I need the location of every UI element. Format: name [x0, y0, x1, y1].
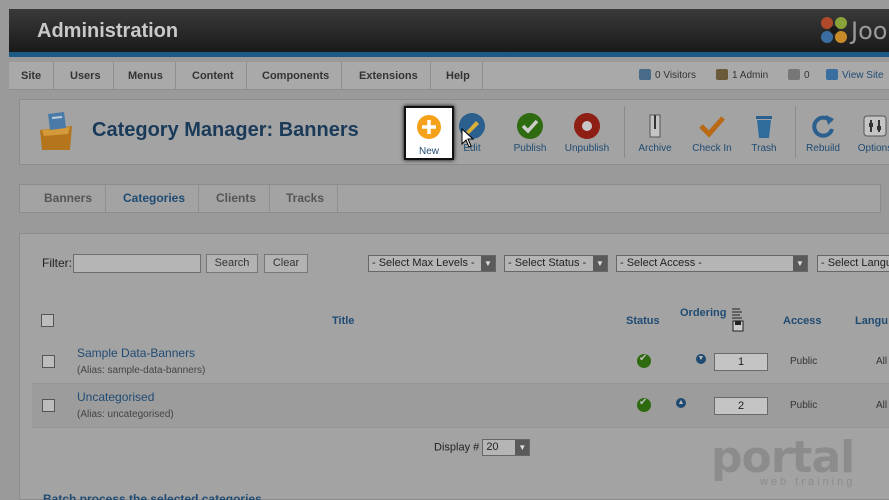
publish-button[interactable]: Publish	[503, 104, 557, 162]
language-value: All	[876, 356, 888, 367]
admin-title: Administration	[37, 20, 179, 42]
portal-watermark-subtitle: web training	[760, 476, 856, 488]
category-title-link[interactable]: Uncategorised	[77, 390, 154, 404]
check-circle-icon	[517, 113, 543, 139]
display-count-value: 20	[486, 441, 499, 453]
unpublish-label: Unpublish	[564, 143, 610, 154]
column-title[interactable]: Title	[332, 315, 354, 327]
move-up-icon[interactable]: ▲	[676, 398, 686, 408]
menu-help[interactable]: Help	[434, 62, 483, 90]
submenu-tabs: Banners Categories Clients Tracks	[19, 184, 881, 213]
display-count: Display # 20 ▼	[434, 439, 531, 456]
unpublish-icon	[574, 113, 600, 139]
table-row: Sample Data-Banners (Alias: sample-data-…	[32, 340, 889, 384]
select-all-checkbox[interactable]	[41, 314, 54, 327]
archive-button[interactable]: Archive	[628, 104, 682, 162]
messages-count: 0	[804, 70, 810, 81]
toolbar-panel: Category Manager: Banners New Edit Publi…	[19, 99, 889, 165]
view-site-link[interactable]: View Site	[826, 62, 884, 90]
menu-extensions[interactable]: Extensions	[347, 62, 431, 90]
dropdown-arrow-icon: ▼	[515, 440, 530, 455]
clear-button[interactable]: Clear	[264, 254, 308, 273]
trash-label: Trash	[751, 143, 777, 154]
tab-banners[interactable]: Banners	[31, 185, 107, 212]
column-ordering[interactable]: Ordering	[680, 307, 726, 319]
archive-icon	[649, 114, 661, 138]
access-select-value: - Select Access -	[620, 257, 702, 269]
admin-header: Administration Joo	[9, 9, 889, 57]
menu-users[interactable]: Users	[58, 62, 114, 90]
ordering-input[interactable]: 2	[714, 397, 768, 415]
options-icon	[863, 115, 887, 137]
monitor-icon	[826, 69, 838, 80]
main-menu-bar: Site Users Menus Content Components Exte…	[9, 62, 889, 90]
options-button[interactable]: Options	[848, 104, 889, 162]
column-status[interactable]: Status	[626, 315, 660, 327]
tab-clients[interactable]: Clients	[203, 185, 271, 212]
admins-count: 1 Admin	[732, 70, 769, 81]
tab-categories[interactable]: Categories	[110, 185, 200, 212]
display-label: Display #	[434, 441, 480, 454]
tab-tracks[interactable]: Tracks	[273, 185, 339, 212]
menu-content[interactable]: Content	[180, 62, 247, 90]
filter-search-input[interactable]	[73, 254, 201, 273]
messages-status: 0	[788, 62, 810, 90]
batch-process-heading: Batch process the selected categories	[43, 492, 262, 500]
language-value: All	[876, 400, 888, 411]
ordering-input[interactable]: 1	[714, 353, 768, 371]
table-row: Uncategorised (Alias: uncategorised) ▲ 2…	[32, 384, 889, 428]
category-alias: (Alias: uncategorised)	[77, 409, 174, 420]
status-select-value: - Select Status -	[508, 257, 587, 269]
menu-site[interactable]: Site	[9, 62, 55, 90]
access-select[interactable]: - Select Access - ▼	[616, 255, 808, 272]
category-manager-icon	[40, 112, 72, 150]
menu-components[interactable]: Components	[250, 62, 343, 90]
category-title-link[interactable]: Sample Data-Banners	[77, 346, 195, 360]
mouse-cursor-icon	[461, 128, 475, 148]
published-status-icon[interactable]	[637, 353, 651, 368]
view-site-label: View Site	[842, 70, 884, 81]
access-value: Public	[790, 400, 818, 411]
options-label: Options	[857, 143, 889, 154]
max-levels-select[interactable]: - Select Max Levels - ▼	[368, 255, 496, 272]
refresh-icon	[812, 115, 834, 138]
dropdown-arrow-icon: ▼	[593, 256, 607, 271]
checkmark-icon	[699, 116, 725, 138]
status-select[interactable]: - Select Status - ▼	[504, 255, 608, 272]
row-checkbox[interactable]	[42, 399, 55, 412]
search-button[interactable]: Search	[206, 254, 258, 273]
logo-wordmark: Joo	[851, 17, 888, 45]
admin-icon	[716, 69, 728, 80]
max-levels-value: - Select Max Levels -	[372, 257, 475, 269]
row-checkbox[interactable]	[42, 355, 55, 368]
plus-icon	[417, 115, 441, 139]
joomla-logo: Joo	[817, 13, 889, 47]
visitors-count: 0 Visitors	[655, 70, 696, 81]
access-value: Public	[790, 356, 818, 367]
category-alias: (Alias: sample-data-banners)	[77, 365, 206, 376]
admins-status: 1 Admin	[716, 62, 768, 90]
published-status-icon[interactable]	[637, 397, 651, 412]
language-select-value: - Select Language -	[821, 257, 889, 269]
unpublish-button[interactable]: Unpublish	[560, 104, 614, 162]
messages-icon	[788, 69, 800, 80]
page-title: Category Manager: Banners	[92, 119, 359, 141]
dropdown-arrow-icon: ▼	[481, 256, 495, 271]
language-select[interactable]: - Select Language -	[817, 255, 889, 272]
filter-label: Filter:	[42, 256, 72, 270]
trash-button[interactable]: Trash	[737, 104, 791, 162]
column-access[interactable]: Access	[783, 315, 822, 327]
save-order-icon[interactable]	[731, 307, 745, 333]
column-language[interactable]: Langu	[855, 315, 888, 327]
joomla-logo-icon	[821, 17, 847, 43]
visitors-icon	[639, 69, 651, 80]
dropdown-arrow-icon: ▼	[793, 256, 807, 271]
move-down-icon[interactable]: ▼	[696, 354, 706, 364]
display-count-select[interactable]: 20 ▼	[482, 439, 531, 456]
trash-icon	[756, 116, 772, 138]
visitors-status: 0 Visitors	[639, 62, 696, 90]
menu-menus[interactable]: Menus	[116, 62, 176, 90]
